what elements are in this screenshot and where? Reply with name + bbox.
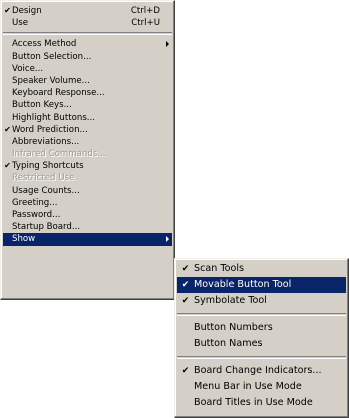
menu-item-label: Greeting... <box>12 197 58 208</box>
submenu-item-scan-tools[interactable]: ✔ Scan Tools <box>177 261 346 277</box>
submenu-item-label: Button Numbers <box>194 322 273 333</box>
menu-item-typing-shortcuts[interactable]: ✔ Typing Shortcuts <box>1 160 174 172</box>
menu-item-label: Highlight Buttons... <box>12 112 95 123</box>
menu-item-infrared-commands: Infrared Commands... <box>1 148 174 160</box>
menu-item-access-method[interactable]: Access Method <box>1 38 174 50</box>
menu-item-speaker-volume[interactable]: Speaker Volume... <box>1 75 174 87</box>
menu-item-label: Typing Shortcuts <box>12 161 84 172</box>
menu-item-label: Restricted Use <box>12 173 75 184</box>
show-submenu: ✔ Scan Tools ✔ Movable Button Tool ✔ Sym… <box>174 258 349 418</box>
menu-item-show[interactable]: Show <box>3 233 172 246</box>
page: ✔ Design Ctrl+D Use Ctrl+U Access Method… <box>0 0 349 418</box>
menu-item-voice[interactable]: Voice... <box>1 63 174 75</box>
design-check-icon: ✔ <box>4 6 11 15</box>
scan-tools-check-icon: ✔ <box>181 264 190 274</box>
menu-item-label: Button Keys... <box>12 100 72 111</box>
board-change-indicators-check-icon: ✔ <box>181 366 190 376</box>
menu-item-label: Keyboard Response... <box>12 88 105 99</box>
submenu-item-label: Symbolate Tool <box>194 295 267 306</box>
movable-button-tool-check-icon: ✔ <box>181 280 190 290</box>
menu-item-shortcut: Ctrl+U <box>131 18 160 29</box>
menu-item-label: Design <box>12 6 42 16</box>
menu-item-label: Infrared Commands... <box>12 149 106 160</box>
submenu-item-movable-button-tool[interactable]: ✔ Movable Button Tool <box>177 277 346 293</box>
submenu-separator <box>177 356 346 359</box>
menu-item-greeting[interactable]: Greeting... <box>1 197 174 209</box>
menu-item-label: Use <box>12 18 29 29</box>
typing-shortcuts-check-icon: ✔ <box>4 161 11 171</box>
menu-item-usage-counts[interactable]: Usage Counts... <box>1 185 174 197</box>
menu-item-use[interactable]: Use Ctrl+U <box>1 17 174 29</box>
menu-item-restricted-use: Restricted Use <box>1 172 174 184</box>
menu-item-label: Speaker Volume... <box>12 75 90 86</box>
symbolate-tool-check-icon: ✔ <box>181 296 190 306</box>
menu-separator <box>3 32 172 36</box>
menu-item-startup-board[interactable]: Startup Board... <box>1 221 174 233</box>
submenu-separator <box>177 313 346 316</box>
menu-item-label: Startup Board... <box>12 222 81 233</box>
submenu-item-label: Movable Button Tool <box>194 279 292 290</box>
menu-item-button-selection[interactable]: Button Selection... <box>1 51 174 63</box>
menu-item-label: Password... <box>12 210 61 220</box>
menu-item-abbreviations[interactable]: Abbreviations... <box>1 136 174 148</box>
menu-item-label: Show <box>12 234 36 245</box>
menu-item-label: Usage Counts... <box>12 185 80 196</box>
submenu-item-symbolate-tool[interactable]: ✔ Symbolate Tool <box>177 293 346 309</box>
submenu-item-board-titles-in-use-mode[interactable]: Board Titles in Use Mode <box>177 395 346 411</box>
submenu-item-label: Board Titles in Use Mode <box>194 397 313 408</box>
menu-item-label: Abbreviations... <box>12 136 80 147</box>
submenu-item-board-change-indicators[interactable]: ✔ Board Change Indicators... <box>177 363 346 379</box>
main-menu: ✔ Design Ctrl+D Use Ctrl+U Access Method… <box>0 0 175 300</box>
submenu-item-button-names[interactable]: Button Names <box>177 336 346 352</box>
submenu-arrow-icon <box>166 41 169 48</box>
submenu-arrow-icon <box>166 236 169 243</box>
menu-item-label: Word Prediction... <box>12 124 88 135</box>
submenu-item-label: Menu Bar in Use Mode <box>194 381 302 392</box>
menu-item-label: Access Method <box>12 39 77 50</box>
submenu-item-menu-bar-in-use-mode[interactable]: Menu Bar in Use Mode <box>177 379 346 395</box>
menu-item-highlight-buttons[interactable]: Highlight Buttons... <box>1 112 174 124</box>
word-prediction-check-icon: ✔ <box>4 124 11 134</box>
menu-item-keyboard-response[interactable]: Keyboard Response... <box>1 87 174 99</box>
submenu-item-label: Button Names <box>194 338 263 349</box>
menu-item-label: Voice... <box>12 63 44 74</box>
menu-item-shortcut: Ctrl+D <box>130 6 160 16</box>
menu-item-word-prediction[interactable]: ✔ Word Prediction... <box>1 124 174 136</box>
menu-item-design[interactable]: ✔ Design Ctrl+D <box>1 5 174 17</box>
submenu-item-label: Scan Tools <box>194 263 245 274</box>
menu-item-password[interactable]: Password... <box>1 209 174 221</box>
submenu-item-button-numbers[interactable]: Button Numbers <box>177 320 346 336</box>
menu-item-label: Button Selection... <box>12 51 92 62</box>
submenu-item-label: Board Change Indicators... <box>194 365 322 376</box>
menu-item-button-keys[interactable]: Button Keys... <box>1 99 174 111</box>
